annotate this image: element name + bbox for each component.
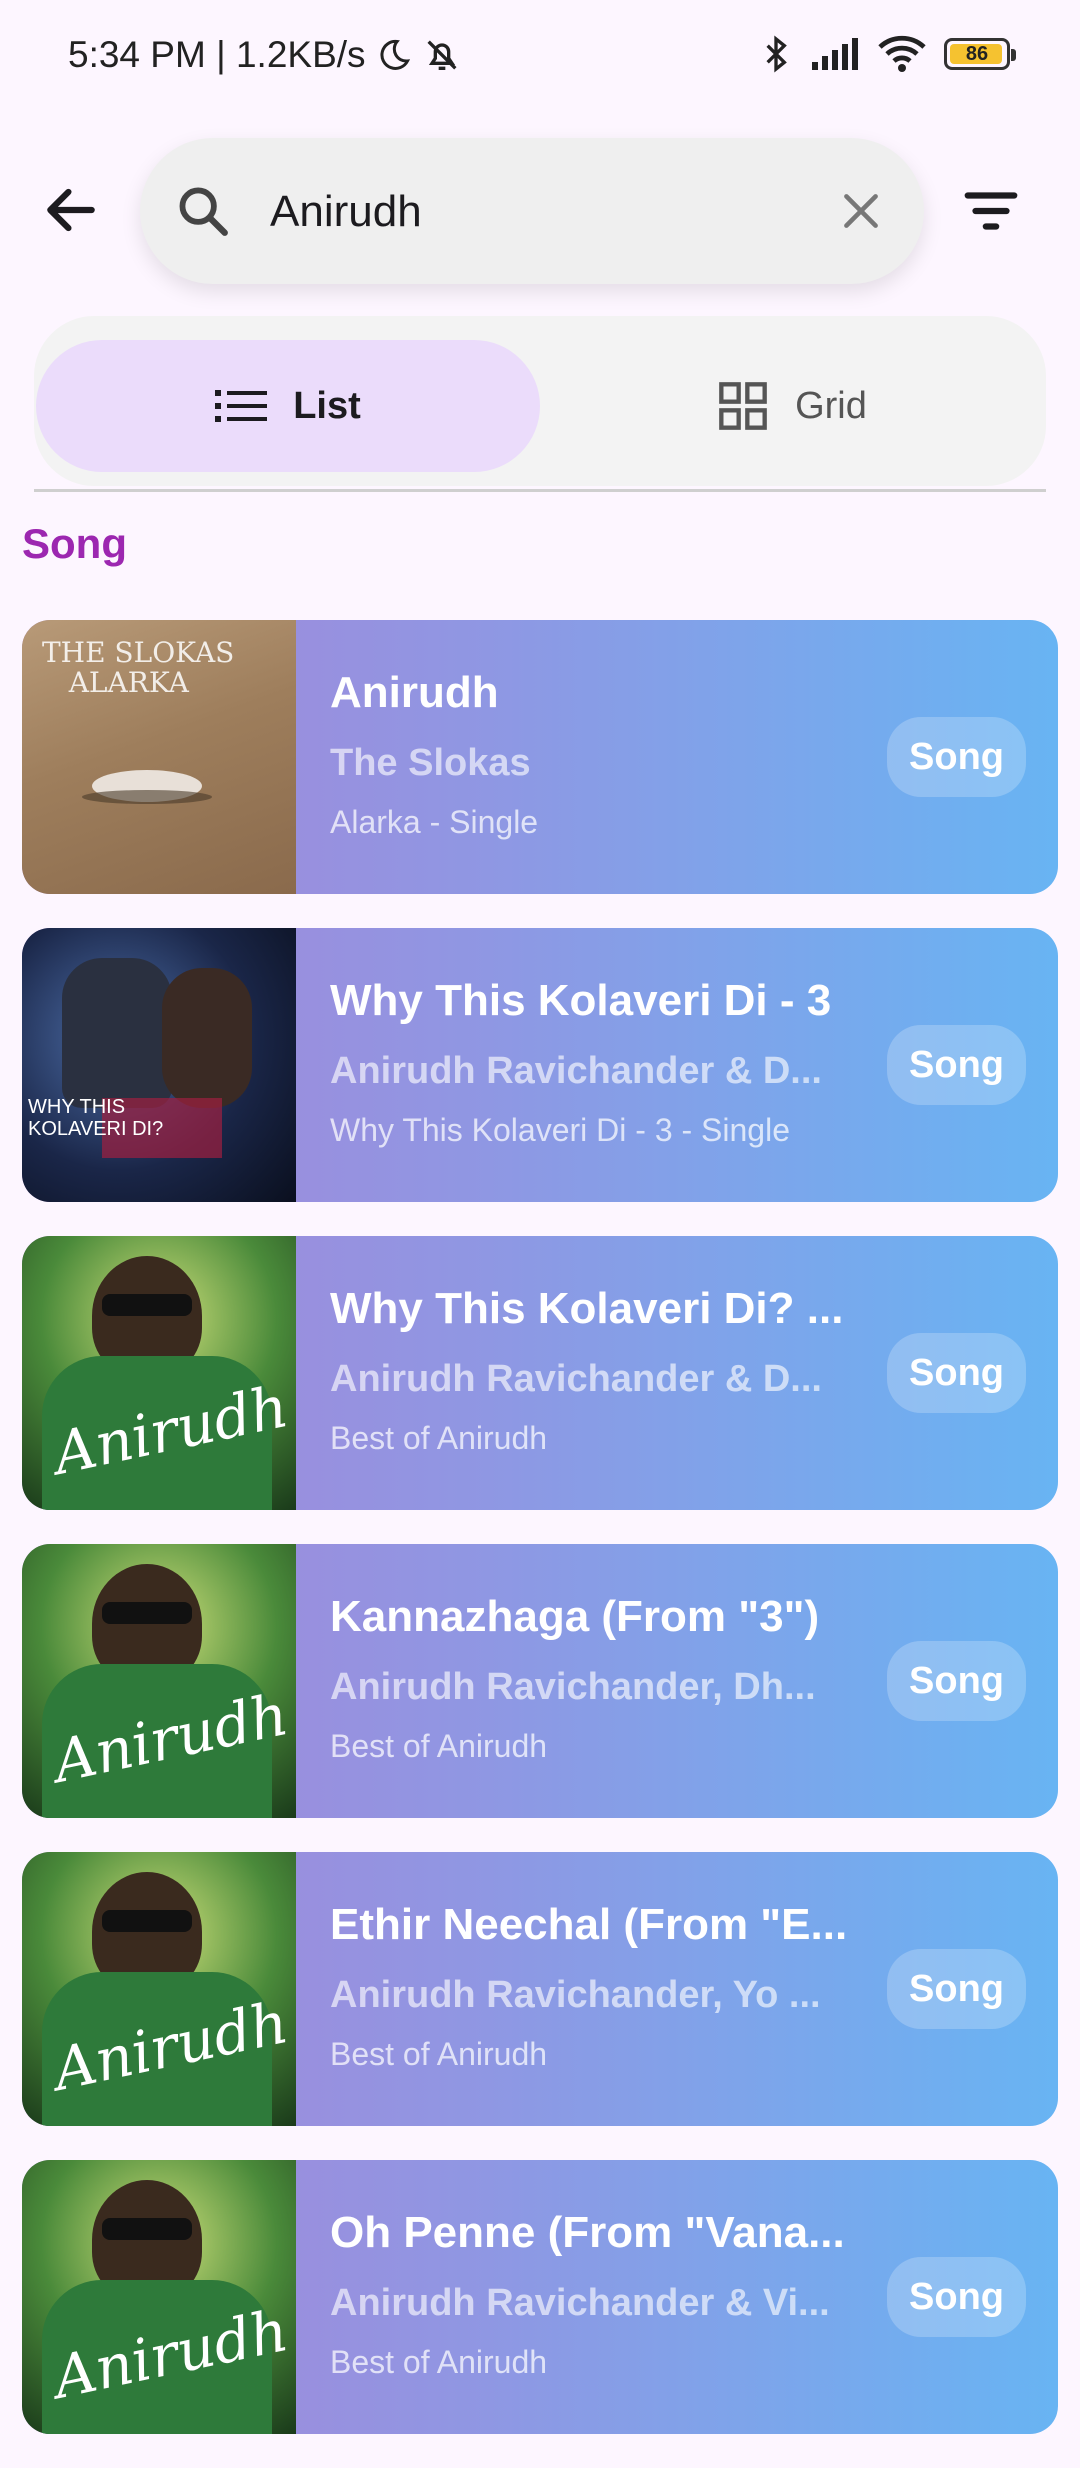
type-badge: Song	[887, 1641, 1026, 1721]
list-icon	[215, 390, 268, 422]
album-art: Anirudh	[22, 2160, 296, 2434]
grid-view-label: Grid	[795, 384, 867, 427]
song-album: Best of Anirudh	[330, 2344, 548, 2380]
back-button[interactable]	[36, 175, 106, 245]
type-badge: Song	[887, 717, 1026, 797]
song-card[interactable]: Anirudh Kannazhaga (From "3") Anirudh Ra…	[22, 1544, 1058, 1818]
status-right: 86	[760, 34, 1016, 74]
song-album: Best of Anirudh	[330, 2036, 548, 2072]
album-art: Anirudh	[22, 1236, 296, 1510]
battery-indicator: 86	[944, 38, 1016, 70]
song-card[interactable]: WHY THIS KOLAVERI DI? Why This Kolaveri D…	[22, 928, 1058, 1202]
song-title: Ethir Neechal (From "E...	[330, 1900, 848, 1949]
search-bar[interactable]	[140, 138, 924, 284]
signal-icon	[812, 38, 858, 70]
status-left: 5:34 PM | 1.2KB/s	[68, 34, 462, 76]
type-badge: Song	[887, 1949, 1026, 2029]
search-icon	[179, 187, 228, 236]
song-info: Kannazhaga (From "3") Anirudh Ravichande…	[330, 1592, 870, 1765]
section-title: Song	[22, 520, 127, 567]
song-artist: Anirudh Ravichander & D...	[330, 1050, 822, 1092]
close-icon[interactable]	[836, 186, 886, 236]
filter-icon	[964, 192, 1018, 230]
results-list: THE SLOKAS ALARKA Anirudh The Slokas Ala…	[22, 620, 1058, 2468]
list-view-button[interactable]: List	[36, 340, 540, 472]
song-info: Why This Kolaveri Di? ... Anirudh Ravich…	[330, 1284, 870, 1457]
song-title: Oh Penne (From "Vana...	[330, 2208, 845, 2257]
song-card[interactable]: Anirudh Oh Penne (From "Vana... Anirudh …	[22, 2160, 1058, 2434]
song-artist: Anirudh Ravichander, Yo ...	[330, 1974, 821, 2016]
muted-bell-icon	[427, 40, 457, 70]
song-album: Alarka - Single	[330, 804, 539, 840]
song-artist: Anirudh Ravichander, Dh...	[330, 1666, 816, 1708]
song-info: Anirudh The Slokas Alarka - Single	[330, 668, 870, 841]
song-info: Ethir Neechal (From "E... Anirudh Ravich…	[330, 1900, 870, 2073]
list-view-label: List	[293, 384, 361, 427]
song-card[interactable]: THE SLOKAS ALARKA Anirudh The Slokas Ala…	[22, 620, 1058, 894]
song-title: Why This Kolaveri Di - 3	[330, 976, 832, 1025]
status-bar: 5:34 PM | 1.2KB/s 86	[0, 0, 1080, 120]
album-art: WHY THIS KOLAVERI DI?	[22, 928, 296, 1202]
song-album: Why This Kolaveri Di - 3 - Single	[330, 1112, 790, 1148]
status-time: 5:34 PM | 1.2KB/s	[68, 34, 366, 75]
song-artist: The Slokas	[330, 742, 531, 784]
type-badge: Song	[887, 1333, 1026, 1413]
type-badge: Song	[887, 2257, 1026, 2337]
song-info: Why This Kolaveri Di - 3 Anirudh Ravicha…	[330, 976, 870, 1149]
bluetooth-icon	[766, 35, 787, 73]
song-card[interactable]: Anirudh Ethir Neechal (From "E... Anirud…	[22, 1852, 1058, 2126]
grid-icon	[719, 382, 767, 430]
search-input[interactable]	[268, 174, 832, 250]
filter-button[interactable]	[960, 180, 1022, 242]
song-artist: Anirudh Ravichander & Vi...	[330, 2282, 830, 2324]
type-badge: Song	[887, 1025, 1026, 1105]
view-toggle: List Grid	[34, 316, 1046, 486]
wifi-icon	[878, 35, 926, 72]
arrow-left-icon	[47, 188, 95, 232]
album-art: THE SLOKAS ALARKA	[22, 620, 296, 894]
song-album: Best of Anirudh	[330, 1728, 548, 1764]
song-title: Kannazhaga (From "3")	[330, 1592, 820, 1641]
song-title: Why This Kolaveri Di? ...	[330, 1284, 844, 1333]
song-title: Anirudh	[330, 668, 499, 717]
grid-view-button[interactable]: Grid	[540, 340, 1044, 472]
battery-level: 86	[965, 42, 989, 65]
toggle-divider	[34, 489, 1046, 492]
song-info: Oh Penne (From "Vana... Anirudh Ravichan…	[330, 2208, 870, 2381]
album-art: Anirudh	[22, 1852, 296, 2126]
album-art: Anirudh	[22, 1544, 296, 1818]
song-album: Best of Anirudh	[330, 1420, 548, 1456]
song-card[interactable]: Anirudh Why This Kolaveri Di? ... Anirud…	[22, 1236, 1058, 1510]
song-artist: Anirudh Ravichander & D...	[330, 1358, 822, 1400]
moon-icon	[380, 39, 410, 70]
